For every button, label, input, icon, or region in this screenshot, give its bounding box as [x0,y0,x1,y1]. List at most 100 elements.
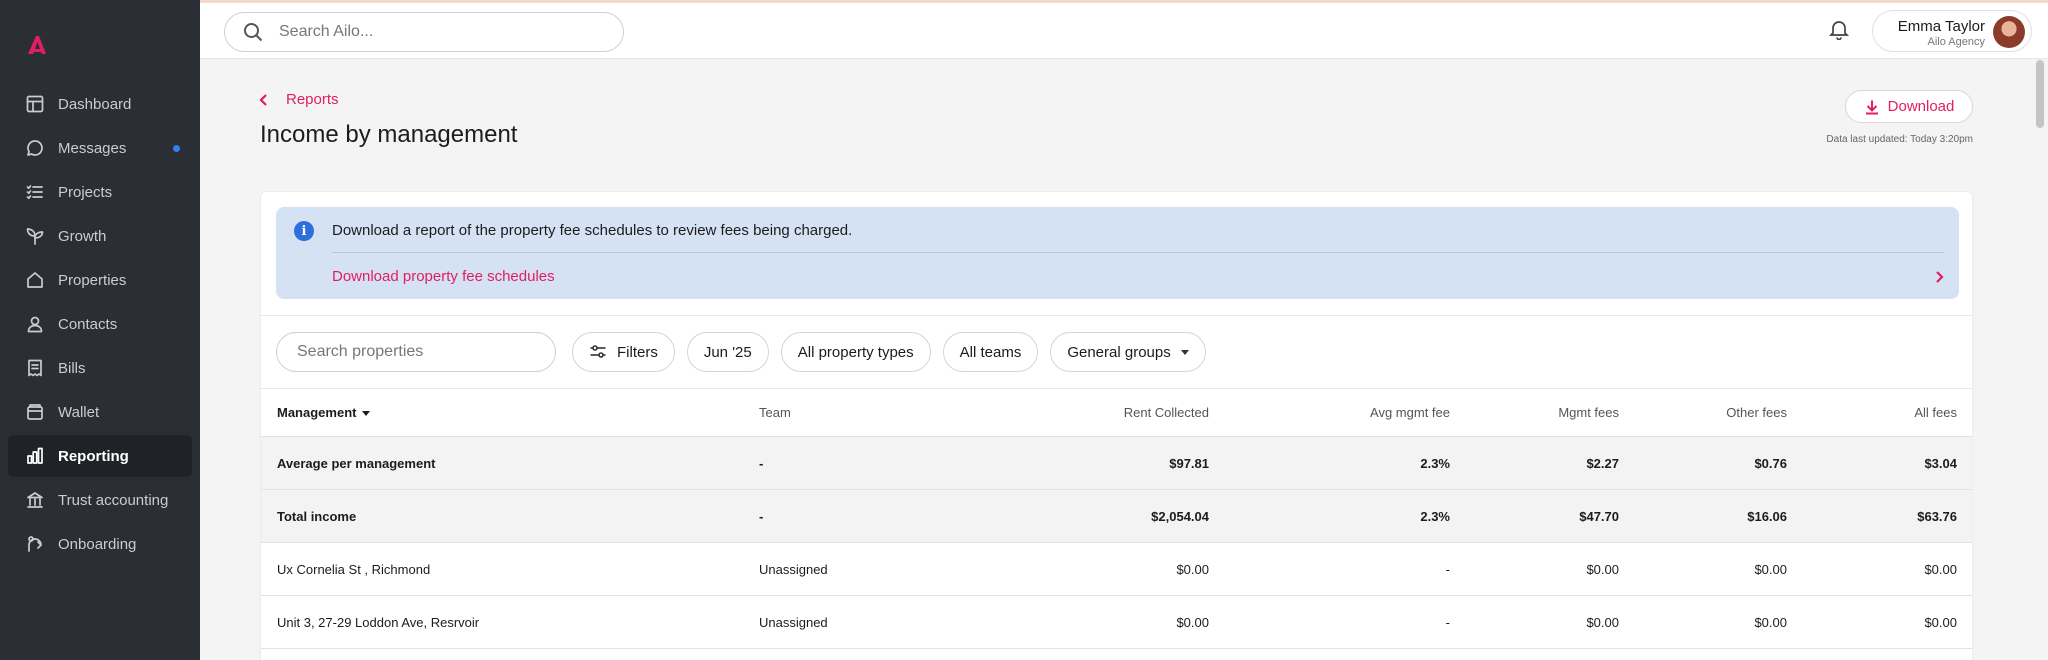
global-search-input[interactable] [279,23,599,41]
property-types-filter[interactable]: All property types [780,332,931,372]
house-icon [26,271,44,289]
sidebar-item-label: Dashboard [58,95,132,113]
person-icon [26,315,44,333]
cell-all-fees: $0.00 [1924,562,1957,577]
cell-all-fees: $3.04 [1924,456,1957,471]
groups-dropdown[interactable]: General groups [1050,332,1206,372]
property-search-input[interactable] [276,332,556,372]
sidebar-item-label: Wallet [58,403,100,421]
breadcrumb-label: Reports [286,91,339,108]
sidebar-nav: Dashboard Messages Projects Growth Prope… [8,83,192,567]
property-types-label: All property types [797,343,914,361]
info-banner: i Download a report of the property fee … [276,207,1959,299]
sidebar-item-properties[interactable]: Properties [8,259,192,301]
download-icon [1865,100,1878,114]
cell-avg-mgmt-fee: - [1445,562,1450,577]
user-menu[interactable]: Emma Taylor Ailo Agency [1872,10,2032,52]
sidebar-item-label: Onboarding [58,535,137,553]
cell-management: Ux Cornelia St , Richmond [277,562,431,577]
sidebar-item-label: Trust accounting [58,491,169,509]
column-header-rent-collected[interactable]: Rent Collected [1124,389,1209,437]
column-header-management[interactable]: Management [277,389,371,437]
cell-avg-mgmt-fee: 2.3% [1420,509,1450,524]
caret-down-icon [1180,349,1189,355]
summary-row-average: Average per management - $97.81 2.3% $2.… [261,437,1972,490]
filters-button[interactable]: Filters [572,332,675,372]
bar-chart-icon [26,447,44,465]
search-icon [244,23,263,42]
column-header-team[interactable]: Team [759,389,791,437]
sidebar-item-trust-accounting[interactable]: Trust accounting [8,479,192,521]
sidebar-item-label: Properties [58,271,127,289]
cell-team: - [759,456,764,471]
cell-mgmt-fees: $0.00 [1586,615,1619,630]
table-header: Management Team Rent Collected Avg mgmt … [261,389,1972,437]
report-card: i Download a report of the property fee … [260,191,1973,660]
page-scrollbar[interactable] [2036,60,2044,128]
unread-dot [173,145,180,152]
teams-label: All teams [959,343,1022,361]
sliders-icon [590,345,606,358]
column-header-all-fees[interactable]: All fees [1914,389,1957,437]
cell-rent-collected: $2,054.04 [1151,509,1209,524]
breadcrumb-back[interactable]: Reports [258,91,339,108]
sidebar-item-dashboard[interactable]: Dashboard [8,83,192,125]
chevron-right-icon[interactable] [1933,270,1945,283]
cell-rent-collected: $0.00 [1176,615,1209,630]
info-banner-text: Download a report of the property fee sc… [332,222,853,239]
sidebar: Dashboard Messages Projects Growth Prope… [0,0,200,660]
sidebar-item-bills[interactable]: Bills [8,347,192,389]
cell-team: Unassigned [759,562,828,577]
cell-mgmt-fees: $2.27 [1586,456,1619,471]
filters-label: Filters [617,343,658,361]
cell-mgmt-fees: $0.00 [1586,562,1619,577]
cell-other-fees: $0.00 [1754,562,1787,577]
teams-filter[interactable]: All teams [942,332,1039,372]
download-fee-schedules-link[interactable]: Download property fee schedules [332,268,555,285]
table-row[interactable]: Ux Cornelia St , Richmond Unassigned $0.… [261,543,1972,596]
sprout-icon [26,227,44,245]
receipt-icon [26,359,44,377]
onboarding-icon [26,535,44,553]
notification-bell-icon[interactable] [1828,18,1852,42]
sidebar-item-label: Reporting [58,447,129,465]
column-header-other-fees[interactable]: Other fees [1726,389,1787,437]
cell-other-fees: $16.06 [1747,509,1787,524]
sort-caret-icon [362,411,371,417]
bank-icon [26,491,44,509]
cell-team: - [759,509,764,524]
sidebar-item-onboarding[interactable]: Onboarding [8,523,192,565]
sidebar-item-projects[interactable]: Projects [8,171,192,213]
sidebar-item-wallet[interactable]: Wallet [8,391,192,433]
global-search[interactable] [224,12,624,52]
groups-label: General groups [1067,343,1171,361]
sidebar-item-reporting[interactable]: Reporting [8,435,192,477]
ailo-logo-icon[interactable] [26,34,48,56]
chevron-left-icon [259,93,267,106]
cell-other-fees: $0.00 [1754,615,1787,630]
period-filter[interactable]: Jun '25 [686,332,769,372]
cell-all-fees: $0.00 [1924,615,1957,630]
sidebar-item-label: Contacts [58,315,118,333]
dashboard-icon [26,95,44,113]
avatar [1993,16,2025,48]
sidebar-item-contacts[interactable]: Contacts [8,303,192,345]
sidebar-item-label: Bills [58,359,86,377]
period-label: Jun '25 [703,343,752,361]
download-button[interactable]: Download [1845,90,1973,123]
cell-rent-collected: $97.81 [1169,456,1209,471]
summary-row-total: Total income - $2,054.04 2.3% $47.70 $16… [261,490,1972,543]
cell-other-fees: $0.76 [1754,456,1787,471]
wallet-icon [26,403,44,421]
info-icon: i [294,221,314,241]
sidebar-item-growth[interactable]: Growth [8,215,192,257]
message-icon [26,139,44,157]
sidebar-item-messages[interactable]: Messages [8,127,192,169]
cell-management: Total income [277,509,357,524]
column-header-mgmt-fees[interactable]: Mgmt fees [1558,389,1619,437]
table-row[interactable]: Unit 3, 27-29 Loddon Ave, Resrvoir Unass… [261,596,1972,649]
user-name: Emma Taylor [1897,18,1985,35]
cell-management: Unit 3, 27-29 Loddon Ave, Resrvoir [277,615,480,630]
divider [261,315,1972,316]
column-header-avg-mgmt-fee[interactable]: Avg mgmt fee [1370,389,1450,437]
